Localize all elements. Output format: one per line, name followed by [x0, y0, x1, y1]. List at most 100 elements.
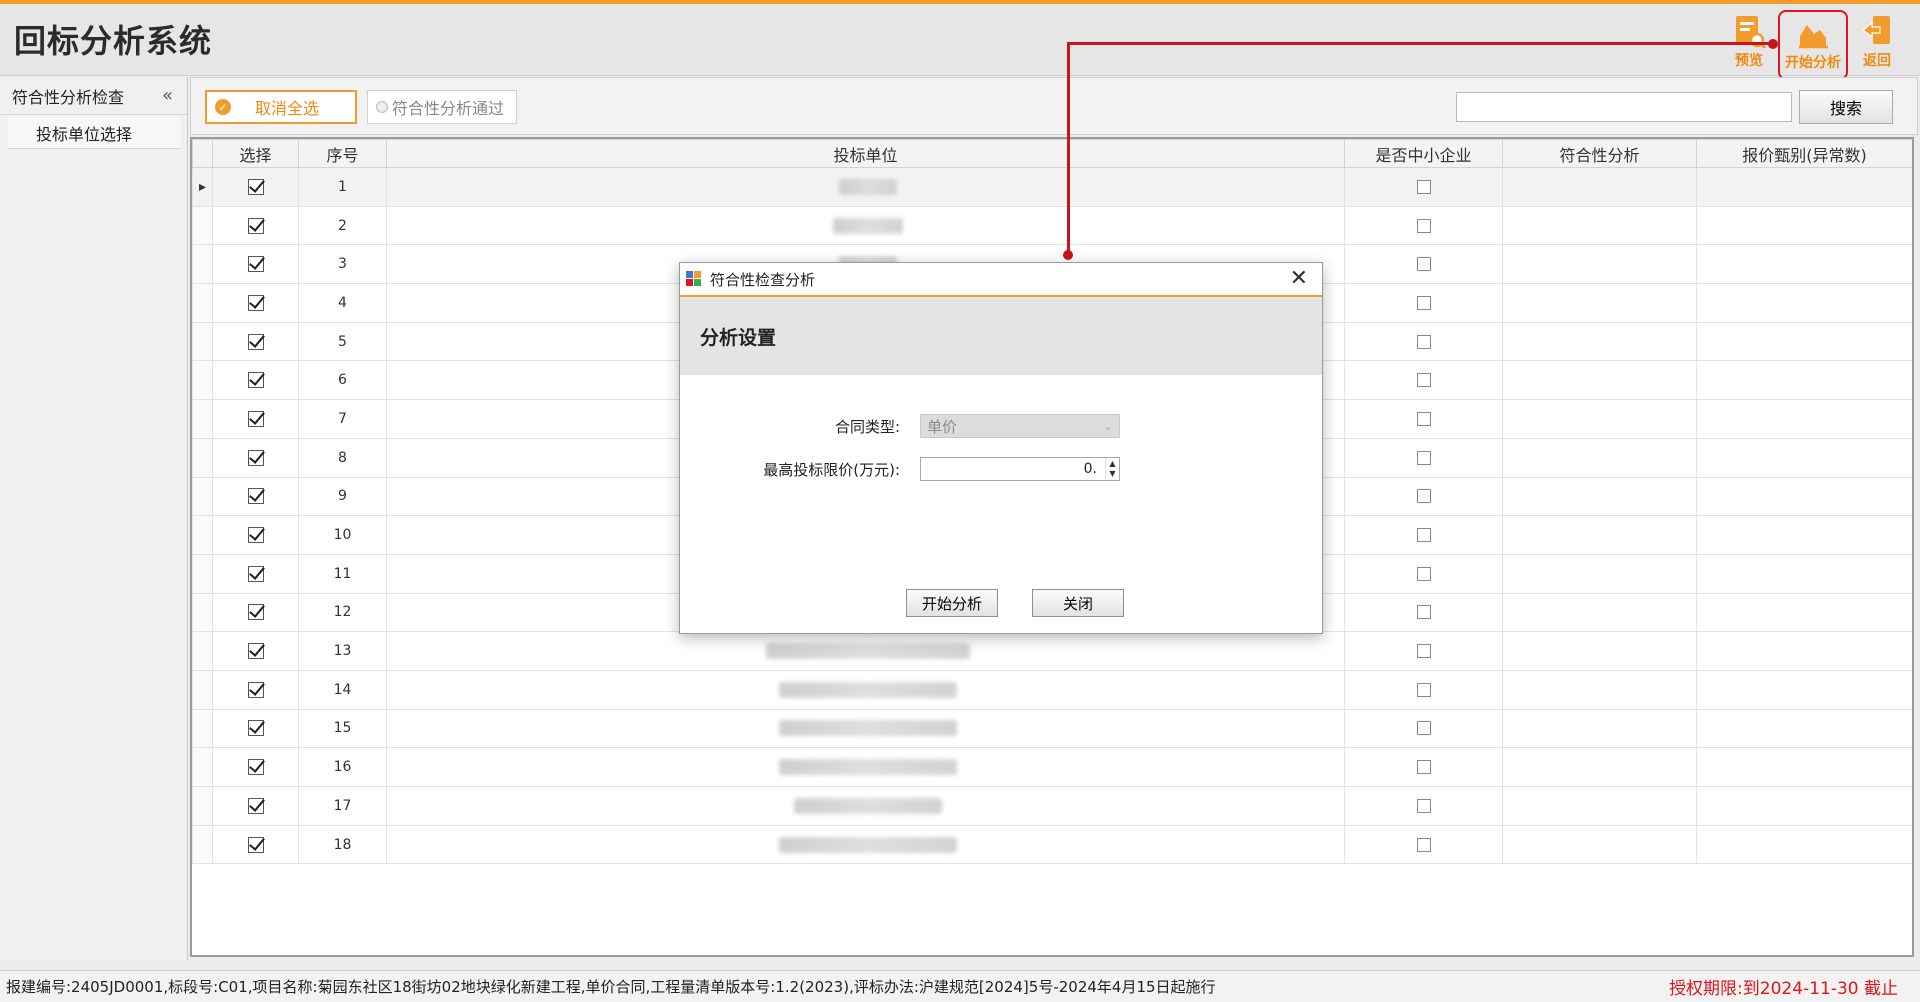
row-indicator-header	[192, 139, 213, 168]
select-checkbox[interactable]	[247, 217, 264, 234]
spin-arrows-icon[interactable]: ▲ ▼	[1105, 458, 1119, 480]
dialog-close-button[interactable]: 关闭	[1032, 589, 1124, 617]
select-checkbox[interactable]	[247, 527, 264, 544]
sme-checkbox[interactable]	[1416, 334, 1431, 349]
table-row[interactable]: 17	[192, 786, 1912, 826]
dialog-start-analysis-button[interactable]: 开始分析	[906, 589, 998, 617]
max-price-stepper[interactable]: 0. ▲ ▼	[920, 457, 1120, 481]
deselect-all-button[interactable]: ✓ 取消全选	[205, 90, 357, 124]
select-checkbox[interactable]	[247, 604, 264, 621]
select-checkbox[interactable]	[247, 449, 264, 466]
row-number: 16	[298, 747, 387, 787]
contract-type-select[interactable]: 单价 ⌄	[920, 414, 1120, 438]
sidebar-item-bidder-selection[interactable]: 投标单位选择	[8, 117, 181, 149]
row-indicator	[192, 205, 213, 246]
select-checkbox[interactable]	[247, 294, 264, 311]
sme-checkbox[interactable]	[1416, 179, 1431, 194]
collapse-icon[interactable]: «	[162, 85, 173, 106]
max-price-row: 最高投标限价(万元): 0. ▲ ▼	[680, 457, 1120, 481]
search-button[interactable]: 搜索	[1799, 90, 1893, 124]
compliance-passed-filter[interactable]: 符合性分析通过	[367, 90, 517, 124]
select-checkbox[interactable]	[247, 836, 264, 853]
close-icon[interactable]: ✕	[1290, 267, 1308, 291]
select-checkbox[interactable]	[247, 565, 264, 582]
row-indicator: ▸	[192, 167, 213, 207]
select-checkbox[interactable]	[247, 410, 264, 427]
compliance-cell	[1502, 167, 1697, 207]
sme-checkbox[interactable]	[1416, 837, 1431, 852]
table-row[interactable]: 18	[192, 824, 1912, 865]
table-row[interactable]: 16	[192, 747, 1912, 787]
table-row[interactable]: ▸ 1	[192, 167, 1912, 207]
price-screening-cell	[1696, 786, 1912, 826]
select-cell	[212, 244, 299, 285]
sme-checkbox[interactable]	[1416, 218, 1431, 233]
table-row[interactable]: 15	[192, 708, 1912, 749]
select-cell	[212, 321, 299, 362]
sme-checkbox[interactable]	[1416, 411, 1431, 426]
row-indicator	[192, 476, 213, 517]
row-indicator	[192, 747, 213, 787]
select-checkbox[interactable]	[247, 488, 264, 505]
sme-checkbox[interactable]	[1416, 450, 1431, 465]
sme-cell	[1344, 205, 1503, 246]
select-checkbox[interactable]	[247, 372, 264, 389]
compliance-cell	[1502, 786, 1697, 826]
select-cell	[212, 399, 299, 439]
select-checkbox[interactable]	[247, 797, 264, 814]
table-row[interactable]: 14	[192, 669, 1912, 710]
sme-cell	[1344, 669, 1503, 710]
table-row[interactable]: 2	[192, 205, 1912, 246]
contract-type-value: 单价	[927, 417, 958, 436]
compliance-cell	[1502, 824, 1697, 865]
sme-checkbox[interactable]	[1416, 489, 1431, 504]
sme-checkbox[interactable]	[1416, 295, 1431, 310]
row-number: 6	[298, 360, 387, 401]
sme-checkbox[interactable]	[1416, 682, 1431, 697]
col-header-select[interactable]: 选择	[212, 139, 299, 168]
select-checkbox[interactable]	[247, 681, 264, 698]
dialog-titlebar[interactable]: 符合性检查分析 ✕	[680, 263, 1322, 297]
select-cell	[212, 786, 299, 826]
sme-cell	[1344, 553, 1503, 594]
price-screening-cell	[1696, 244, 1912, 285]
select-checkbox[interactable]	[247, 333, 264, 350]
sme-checkbox[interactable]	[1416, 760, 1431, 775]
col-header-compliance[interactable]: 符合性分析	[1502, 139, 1697, 168]
col-header-no[interactable]: 序号	[298, 139, 387, 168]
start-analysis-button[interactable]: 开始分析	[1778, 10, 1848, 80]
select-checkbox[interactable]	[247, 643, 264, 660]
sidebar-group-header[interactable]: 符合性分析检查 «	[0, 77, 187, 115]
price-screening-cell	[1696, 708, 1912, 749]
sme-checkbox[interactable]	[1416, 721, 1431, 736]
sme-checkbox[interactable]	[1416, 798, 1431, 813]
sme-checkbox[interactable]	[1416, 257, 1431, 272]
dialog-title: 符合性检查分析	[710, 270, 816, 289]
select-checkbox[interactable]	[247, 256, 264, 273]
deselect-all-label: 取消全选	[255, 99, 320, 118]
sme-checkbox[interactable]	[1416, 373, 1431, 388]
row-number: 10	[298, 515, 387, 555]
radio-icon	[376, 101, 388, 113]
back-button[interactable]: 返回	[1848, 14, 1906, 76]
sme-checkbox[interactable]	[1416, 566, 1431, 581]
select-checkbox[interactable]	[247, 178, 264, 195]
back-label: 返回	[1863, 53, 1891, 69]
table-row[interactable]: 13	[192, 631, 1912, 671]
col-header-bidder[interactable]: 投标单位	[386, 139, 1345, 168]
sme-checkbox[interactable]	[1416, 605, 1431, 620]
row-number: 4	[298, 283, 387, 323]
col-header-price-screening[interactable]: 报价甄别(异常数)	[1696, 139, 1912, 168]
select-checkbox[interactable]	[247, 759, 264, 776]
price-screening-cell	[1696, 476, 1912, 517]
search-input[interactable]	[1456, 92, 1792, 122]
row-number: 5	[298, 321, 387, 362]
select-checkbox[interactable]	[247, 720, 264, 737]
sme-cell	[1344, 167, 1503, 207]
sme-checkbox[interactable]	[1416, 644, 1431, 659]
max-price-value: 0.	[1083, 461, 1097, 477]
sme-checkbox[interactable]	[1416, 528, 1431, 543]
col-header-sme[interactable]: 是否中小企业	[1344, 139, 1503, 168]
price-screening-cell	[1696, 631, 1912, 671]
redacted-bidder-name	[778, 836, 957, 853]
